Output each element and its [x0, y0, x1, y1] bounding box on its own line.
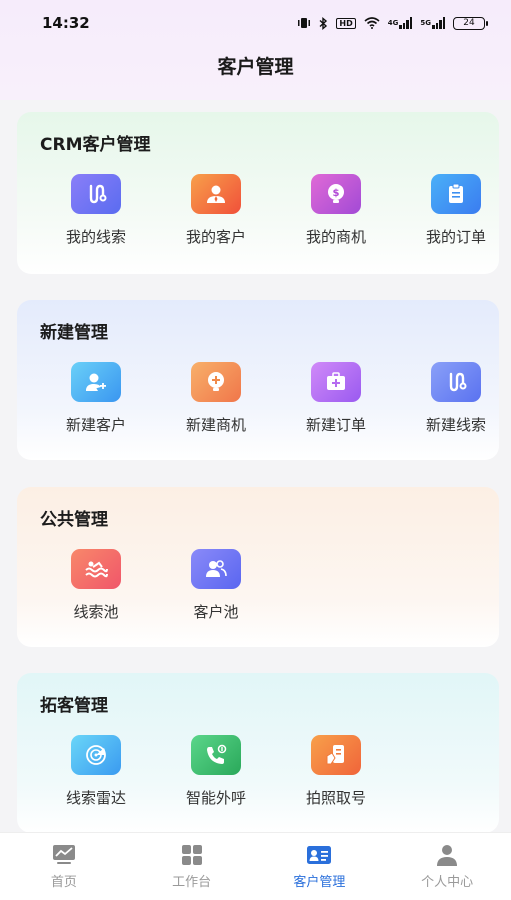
menu-item-label: 线索池 [73, 603, 119, 621]
tab-workbench[interactable]: 工作台 [128, 833, 256, 900]
net-label-2: 5G [420, 19, 431, 27]
svg-text:$: $ [333, 188, 340, 199]
tab-label: 工作台 [172, 875, 212, 890]
route-icon [71, 174, 121, 214]
tab-label: 客户管理 [293, 875, 346, 890]
menu-item-photo-number[interactable]: 拍照取号 [286, 735, 386, 808]
menu-item-label: 智能外呼 [185, 789, 246, 807]
section-public: 公共管理 线索池 客户池 [17, 487, 499, 647]
phone-call-icon [191, 735, 241, 775]
menu-item-smart-call[interactable]: 智能外呼 [166, 735, 266, 808]
menu-item-my-orders[interactable]: 我的订单 [406, 174, 506, 247]
tab-profile[interactable]: 个人中心 [383, 833, 511, 900]
menu-item-label: 新建商机 [185, 416, 246, 434]
add-user-icon [71, 362, 121, 402]
customer-icon [191, 174, 241, 214]
menu-item-my-opportunities[interactable]: $ 我的商机 [286, 174, 386, 247]
tab-customer-management[interactable]: 客户管理 [256, 833, 384, 900]
id-card-icon [307, 846, 332, 864]
menu-item-label: 新建订单 [305, 416, 366, 434]
menu-item-customer-pool[interactable]: 客户池 [166, 549, 266, 622]
menu-item-label: 我的订单 [425, 228, 486, 246]
money-bulb-icon: $ [311, 174, 361, 214]
menu-item-label: 线索雷达 [65, 789, 126, 807]
section-title: 拓客管理 [40, 696, 108, 716]
menu-item-new-opportunity[interactable]: 新建商机 [166, 362, 266, 435]
menu-item-lead-radar[interactable]: 线索雷达 [46, 735, 146, 808]
menu-item-label: 拍照取号 [305, 789, 366, 807]
section-crm: CRM客户管理 我的线索 我的客户 $ 我的商机 我的订单 [17, 112, 499, 274]
cellular-signal-5g-icon: 5G [420, 17, 445, 29]
photo-number-icon [311, 735, 361, 775]
bottom-tab-bar: 首页 工作台 客户管理 个人中心 [0, 832, 511, 900]
menu-item-label: 新建线索 [425, 416, 486, 434]
tab-home[interactable]: 首页 [0, 833, 128, 900]
home-chart-icon [52, 845, 75, 864]
bluetooth-icon [319, 16, 328, 30]
menu-item-my-customers[interactable]: 我的客户 [166, 174, 266, 247]
grid-icon [181, 845, 202, 865]
page-title: 客户管理 [217, 56, 294, 78]
menu-item-label: 我的线索 [65, 228, 126, 246]
cellular-signal-4g-icon: 4G [388, 17, 413, 29]
section-title: 新建管理 [40, 323, 108, 343]
vibrate-icon [297, 17, 311, 29]
menu-item-new-customer[interactable]: 新建客户 [46, 362, 146, 435]
menu-item-label: 客户池 [193, 603, 239, 621]
group-icon [191, 549, 241, 589]
plus-bulb-icon [191, 362, 241, 402]
clipboard-icon [431, 174, 481, 214]
radar-icon [71, 735, 121, 775]
route-icon [431, 362, 481, 402]
section-title: CRM客户管理 [40, 135, 151, 155]
battery-icon: 24 [453, 16, 488, 30]
add-case-icon [311, 362, 361, 402]
menu-item-label: 我的客户 [185, 228, 246, 246]
menu-item-my-leads[interactable]: 我的线索 [46, 174, 146, 247]
status-icons: HD 4G 5G 24 [297, 16, 488, 30]
menu-item-lead-pool[interactable]: 线索池 [46, 549, 146, 622]
wifi-icon [364, 17, 380, 29]
section-title: 公共管理 [40, 510, 108, 530]
net-label-1: 4G [387, 19, 399, 27]
hd-icon: HD [336, 17, 356, 29]
section-prospecting: 拓客管理 线索雷达 智能外呼 拍照取号 [17, 673, 499, 833]
tab-label: 个人中心 [421, 875, 474, 890]
menu-item-label: 我的商机 [305, 228, 366, 246]
status-time: 14:32 [42, 14, 90, 32]
status-bar: 14:32 HD 4G 5G 24 [0, 0, 511, 46]
pool-icon [71, 549, 121, 589]
tab-label: 首页 [50, 875, 77, 890]
header-background: 14:32 HD 4G 5G 24 客户管理 [0, 0, 511, 100]
menu-item-label: 新建客户 [65, 416, 126, 434]
section-create: 新建管理 新建客户 新建商机 新建订单 新建线索 [17, 300, 499, 460]
person-icon [437, 845, 458, 866]
menu-item-new-order[interactable]: 新建订单 [286, 362, 386, 435]
menu-item-new-lead[interactable]: 新建线索 [406, 362, 506, 435]
